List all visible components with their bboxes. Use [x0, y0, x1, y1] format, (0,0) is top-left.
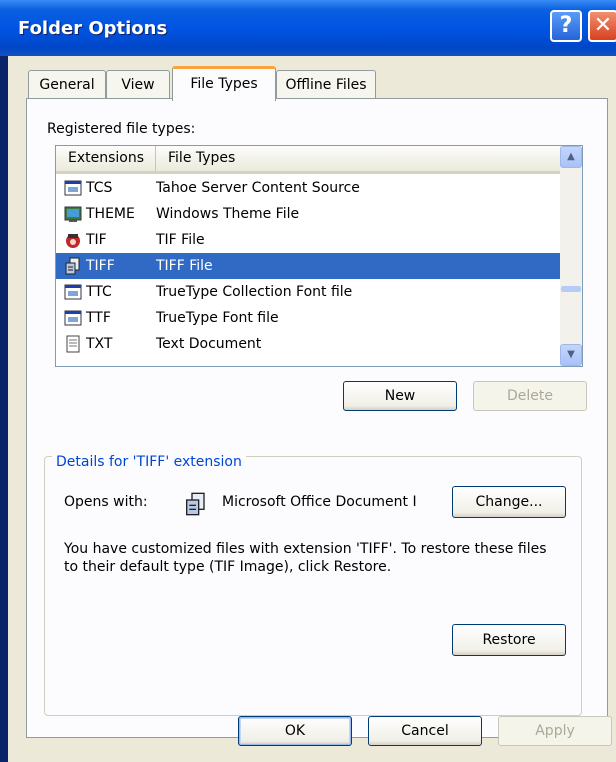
file-type-cell: TIF File — [156, 232, 205, 248]
column-header-file-types[interactable]: File Types — [156, 146, 560, 171]
file-type-cell: Windows Theme File — [156, 206, 300, 222]
file-type-cell: TrueType Collection Font file — [156, 284, 353, 300]
ok-button[interactable]: OK — [238, 716, 352, 746]
extension-cell: TXT — [86, 336, 113, 352]
change-button[interactable]: Change... — [452, 486, 566, 518]
text-document-icon — [66, 335, 80, 353]
column-header-extensions[interactable]: Extensions — [56, 146, 156, 171]
tab-general[interactable]: General — [28, 70, 106, 98]
app-window-icon — [64, 284, 82, 300]
file-type-cell: TrueType Font file — [156, 310, 279, 326]
table-row[interactable]: TXT Text Document — [56, 331, 560, 357]
extension-cell: TTC — [86, 284, 112, 300]
table-row[interactable]: TCS Tahoe Server Content Source — [56, 175, 560, 201]
file-type-cell: Tahoe Server Content Source — [156, 180, 360, 196]
theme-icon — [64, 206, 82, 222]
help-button[interactable]: ? — [550, 10, 582, 42]
new-button[interactable]: New — [343, 381, 457, 411]
file-type-cell: Text Document — [156, 336, 262, 352]
restore-description: You have customized files with extension… — [64, 541, 547, 575]
dialog-client-area: General View File Types Offline Files Re… — [8, 56, 616, 762]
extension-cell: TIF — [86, 232, 107, 248]
app-window-icon — [64, 180, 82, 196]
chevron-up-icon: ▲ — [567, 151, 575, 162]
tab-label: General — [39, 77, 95, 93]
vertical-scrollbar[interactable]: ▲ ▼ — [560, 146, 582, 366]
title-bar[interactable]: Folder Options ? ✕ — [0, 0, 616, 56]
opens-with-app-name: Microsoft Office Document I — [222, 494, 417, 510]
registered-file-types-label: Registered file types: — [47, 121, 196, 137]
delete-button[interactable]: Delete — [473, 381, 587, 411]
scroll-down-button[interactable]: ▼ — [560, 344, 582, 366]
question-mark-icon: ? — [559, 13, 573, 38]
close-button[interactable]: ✕ — [588, 10, 616, 42]
tab-offline-files[interactable]: Offline Files — [276, 70, 376, 98]
table-row[interactable]: THEME Windows Theme File — [56, 201, 560, 227]
tab-label: View — [121, 77, 155, 93]
tab-file-types[interactable]: File Types — [172, 66, 276, 101]
chevron-down-icon: ▼ — [567, 349, 575, 360]
office-document-imaging-icon — [65, 257, 80, 275]
close-icon: ✕ — [593, 13, 613, 38]
details-legend: Details for 'TIFF' extension — [52, 454, 246, 470]
extension-cell: TTF — [86, 310, 111, 326]
table-row[interactable]: TTF TrueType Font file — [56, 305, 560, 331]
window-title: Folder Options — [18, 18, 168, 39]
scroll-up-button[interactable]: ▲ — [560, 146, 582, 168]
office-document-imaging-icon — [186, 492, 205, 516]
restore-button[interactable]: Restore — [452, 624, 566, 656]
table-row[interactable]: TTC TrueType Collection Font file — [56, 279, 560, 305]
cancel-button[interactable]: Cancel — [368, 716, 482, 746]
file-types-listview[interactable]: Extensions File Types TCS Tahoe Server C… — [55, 145, 583, 367]
table-row-selected[interactable]: TIFF TIFF File — [56, 253, 560, 279]
opens-with-label: Opens with: — [64, 494, 148, 510]
extension-cell: TIFF — [86, 258, 115, 274]
apply-button[interactable]: Apply — [498, 716, 612, 746]
tab-label: Offline Files — [285, 77, 367, 93]
scroll-thumb[interactable] — [561, 286, 581, 292]
file-type-cell: TIFF File — [156, 258, 213, 274]
tab-view[interactable]: View — [106, 70, 170, 98]
list-header: Extensions File Types — [56, 146, 560, 174]
tif-image-icon — [66, 234, 80, 248]
extension-cell: THEME — [86, 206, 135, 222]
extension-cell: TCS — [86, 180, 113, 196]
app-window-icon — [64, 310, 82, 326]
tab-label: File Types — [190, 76, 258, 92]
folder-options-window: Folder Options ? ✕ General View File Typ… — [0, 0, 616, 762]
table-row[interactable]: TIF TIF File — [56, 227, 560, 253]
